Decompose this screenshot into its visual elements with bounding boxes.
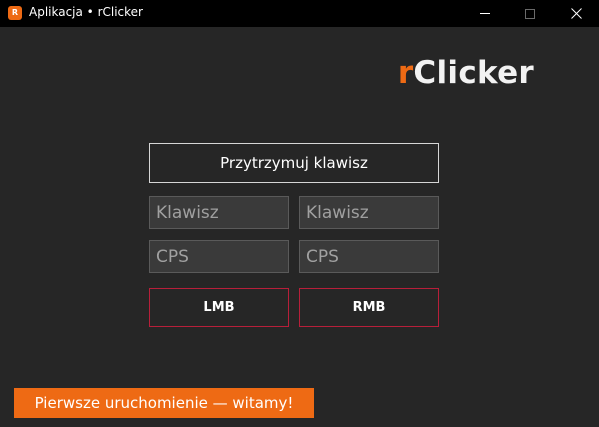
window-title: Aplikacja • rClicker	[29, 5, 143, 19]
app-icon: R	[8, 6, 22, 20]
app-logo: rClicker	[0, 55, 534, 95]
left-key-input[interactable]	[149, 196, 289, 229]
welcome-banner-text: Pierwsze uruchomienie — witamy!	[34, 394, 294, 412]
close-button[interactable]	[553, 0, 599, 27]
hold-key-button[interactable]: Przytrzymuj klawisz	[149, 143, 439, 183]
app-window: R Aplikacja • rClicker rClicker Przytrzy…	[0, 0, 599, 427]
title-bar[interactable]: R Aplikacja • rClicker	[0, 0, 599, 27]
logo-text: Clicker	[413, 55, 534, 91]
lmb-button[interactable]: LMB	[149, 288, 289, 327]
right-cps-input[interactable]	[299, 240, 439, 273]
minimize-icon	[480, 13, 490, 14]
right-key-input[interactable]	[299, 196, 439, 229]
left-cps-input[interactable]	[149, 240, 289, 273]
welcome-banner: Pierwsze uruchomienie — witamy!	[14, 388, 314, 418]
logo-accent: r	[397, 55, 414, 91]
rmb-button[interactable]: RMB	[299, 288, 439, 327]
close-icon	[570, 8, 582, 19]
maximize-icon	[525, 8, 535, 19]
maximize-button[interactable]	[507, 0, 553, 27]
minimize-button[interactable]	[462, 0, 508, 27]
